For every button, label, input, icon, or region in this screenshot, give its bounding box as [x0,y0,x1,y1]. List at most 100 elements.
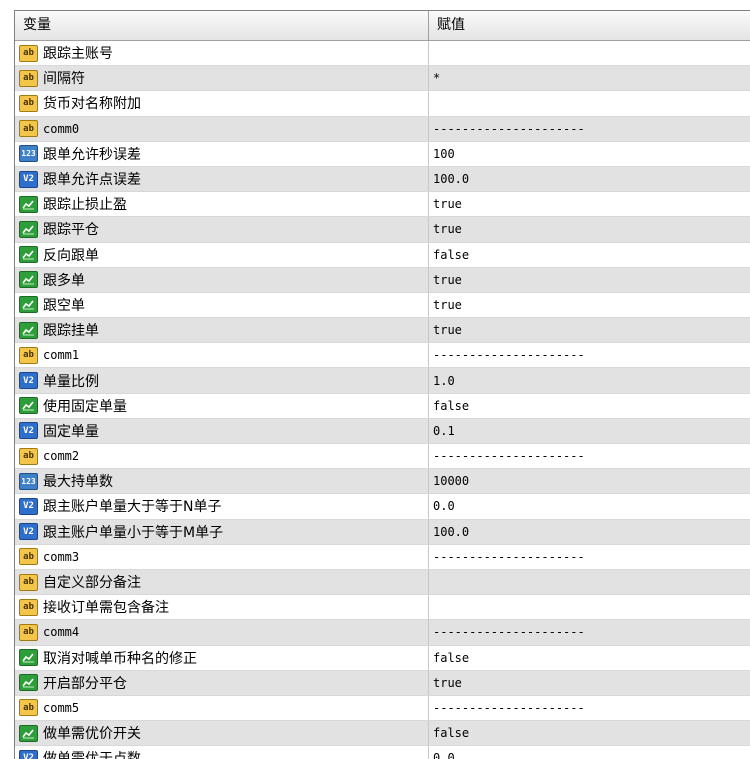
value-cell[interactable]: 0.0 [429,746,750,759]
variable-cell[interactable]: ab 间隔符 [15,66,429,91]
variable-cell[interactable]: ab 接收订单需包含备注 [15,595,429,620]
variable-cell[interactable]: V2 固定单量 [15,418,429,443]
value-cell[interactable] [429,570,750,594]
double-type-icon: V2 [19,170,38,188]
value-cell[interactable]: false [429,243,750,267]
table-row[interactable]: ab comm3 --------------------- [15,544,750,570]
value-cell[interactable]: --------------------- [429,343,750,367]
variable-name: 使用固定单量 [43,398,127,415]
value-cell[interactable]: 100.0 [429,167,750,191]
table-row[interactable]: ab 自定义部分备注 [15,569,750,596]
variable-cell[interactable]: 做单需优价开关 [15,721,429,746]
variable-cell[interactable]: 跟踪挂单 [15,318,429,343]
variable-cell[interactable]: ab comm1 [15,343,429,368]
table-row[interactable]: 取消对喊单币种名的修正 false [15,645,750,671]
table-row[interactable]: 跟踪平仓 true [15,217,750,243]
table-row[interactable]: V2 单量比例 1.0 [15,368,750,394]
string-type-icon: ab [19,573,38,591]
table-row[interactable]: ab 接收订单需包含备注 [15,595,750,621]
value-cell[interactable]: true [429,268,750,292]
table-row[interactable]: V2 跟单允许点误差 100.0 [15,166,750,193]
string-type-icon: ab [19,623,38,641]
table-row[interactable]: ab 货币对名称附加 [15,91,750,117]
value-cell[interactable]: true [429,192,750,216]
variable-cell[interactable]: ab 自定义部分备注 [15,569,429,595]
variable-cell[interactable]: ab comm4 [15,620,429,645]
value-cell[interactable]: true [429,318,750,342]
variable-cell[interactable]: 使用固定单量 [15,393,429,418]
value-cell[interactable]: false [429,646,750,670]
table-row[interactable]: ab comm4 --------------------- [15,620,750,646]
value-cell[interactable]: false [429,394,750,418]
value-cell[interactable]: 100.0 [429,520,750,544]
table-row[interactable]: 123 最大持单数 10000 [15,469,750,495]
table-row[interactable]: ab comm0 --------------------- [15,116,750,142]
value-cell[interactable] [429,91,750,115]
value-cell[interactable]: --------------------- [429,444,750,468]
value-cell[interactable]: 0.1 [429,419,750,443]
variable-cell[interactable]: 跟踪平仓 [15,217,429,242]
variable-cell[interactable]: 反向跟单 [15,242,429,267]
grid-body: ab 跟踪主账号 ab 间隔符 * ab 货币对名称附加 ab comm0 -----------… [15,41,750,759]
value-cell[interactable]: true [429,217,750,241]
inputs-grid: 变量 赋值 ab 跟踪主账号 ab 间隔符 * ab 货币对名称附加 ab comm0 -----… [14,10,750,759]
column-header-variable[interactable]: 变量 [15,11,429,40]
variable-cell[interactable]: 跟空单 [15,292,429,318]
variable-cell[interactable]: V2做单需优于点数 [15,746,429,759]
double-type-icon: V2 [19,523,38,541]
variable-cell[interactable]: V2 单量比例 [15,368,429,393]
variable-name: comm0 [43,121,80,136]
table-row[interactable]: 跟踪挂单 true [15,318,750,344]
variable-cell[interactable]: ab 跟踪主账号 [15,41,429,66]
variable-cell[interactable]: 取消对喊单币种名的修正 [15,645,429,670]
variable-cell[interactable]: ab 货币对名称附加 [15,91,429,116]
table-row[interactable]: ab comm1 --------------------- [15,343,750,369]
column-header-value[interactable]: 赋值 [429,11,750,40]
value-cell[interactable]: --------------------- [429,620,750,644]
table-row[interactable]: V2 跟主账户单量小于等于M单子 100.0 [15,519,750,545]
variable-cell[interactable]: V2 跟单允许点误差 [15,166,429,192]
value-cell[interactable]: 1.0 [429,368,750,392]
variable-cell[interactable]: ab comm0 [15,116,429,141]
variable-cell[interactable]: ab comm2 [15,444,429,469]
value-cell[interactable] [429,595,750,619]
variable-name: 跟主账户单量小于等于M单子 [43,524,224,541]
variable-cell[interactable]: 123 跟单允许秒误差 [15,141,429,166]
value-cell[interactable]: false [429,721,750,745]
variable-cell[interactable]: 123 最大持单数 [15,469,429,494]
table-row[interactable]: 使用固定单量 false [15,393,750,419]
table-row[interactable]: ab 间隔符 * [15,66,750,92]
table-row[interactable]: ab comm5 --------------------- [15,695,750,722]
value-cell[interactable]: true [429,671,750,695]
variable-cell[interactable]: V2 跟主账户单量大于等于N单子 [15,494,429,519]
table-row[interactable]: 跟踪止损止盈 true [15,192,750,218]
value-cell[interactable]: 0.0 [429,494,750,518]
value-cell[interactable]: --------------------- [429,696,750,720]
value-cell[interactable]: --------------------- [429,117,750,141]
table-row[interactable]: V2做单需优于点数0.0 [15,746,750,759]
variable-cell[interactable]: ab comm5 [15,695,429,721]
value-cell[interactable]: --------------------- [429,545,750,569]
variable-name: 接收订单需包含备注 [43,600,169,617]
value-cell[interactable]: 10000 [429,469,750,493]
table-row[interactable]: ab 跟踪主账号 [15,41,750,67]
variable-cell[interactable]: V2 跟主账户单量小于等于M单子 [15,519,429,544]
variable-cell[interactable]: ab comm3 [15,544,429,569]
table-row[interactable]: 跟多单 true [15,267,750,293]
value-cell[interactable]: true [429,293,750,317]
variable-cell[interactable]: 开启部分平仓 [15,670,429,695]
value-cell[interactable]: * [429,66,750,90]
variable-cell[interactable]: 跟踪止损止盈 [15,192,429,217]
grid-header: 变量 赋值 [15,11,750,41]
table-row[interactable]: V2 固定单量 0.1 [15,418,750,444]
table-row[interactable]: 开启部分平仓 true [15,670,750,696]
table-row[interactable]: 反向跟单 false [15,242,750,268]
table-row[interactable]: 跟空单 true [15,292,750,319]
variable-cell[interactable]: 跟多单 [15,267,429,292]
table-row[interactable]: ab comm2 --------------------- [15,444,750,470]
table-row[interactable]: V2 跟主账户单量大于等于N单子 0.0 [15,494,750,520]
value-cell[interactable] [429,41,750,65]
table-row[interactable]: 123 跟单允许秒误差 100 [15,141,750,167]
value-cell[interactable]: 100 [429,142,750,166]
table-row[interactable]: 做单需优价开关 false [15,721,750,747]
